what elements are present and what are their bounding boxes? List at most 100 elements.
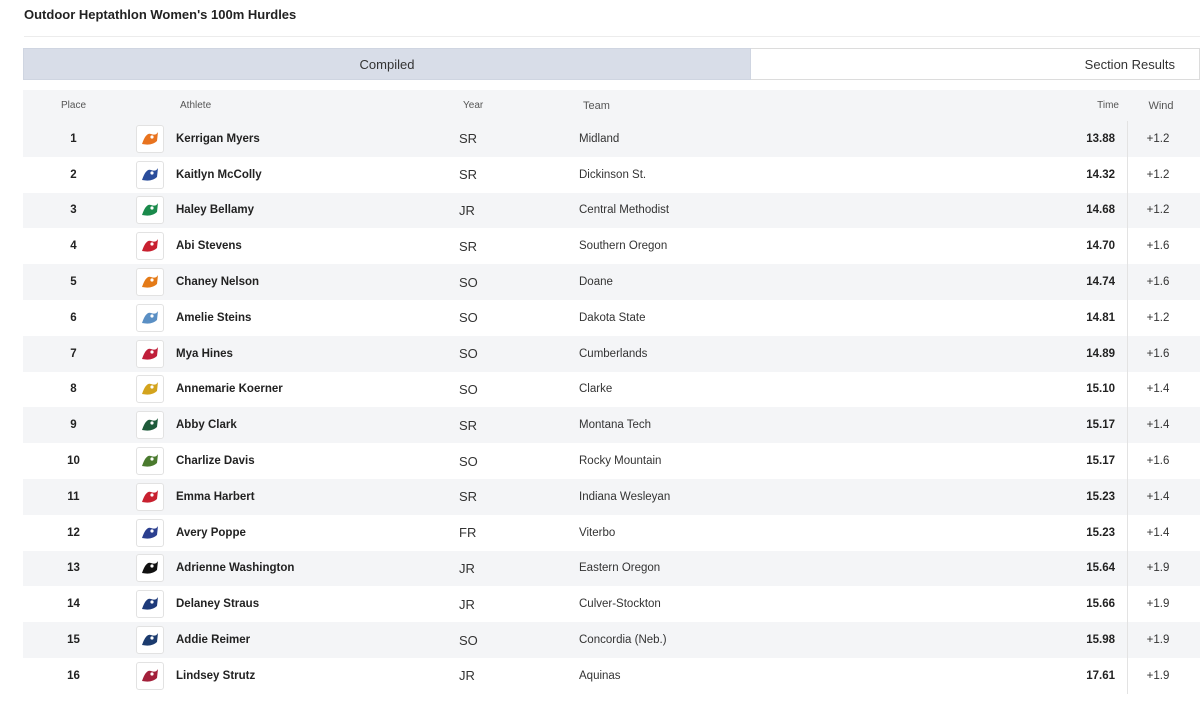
time-cell: 15.17 (1086, 419, 1115, 432)
year-cell: JR (459, 560, 475, 576)
team-logo-cell (124, 339, 176, 368)
place-cell: 16 (67, 669, 80, 682)
table-row[interactable]: 5 Chaney Nelson SO Doane 14.74 +1.6 (23, 264, 1200, 300)
midland-logo-icon[interactable] (136, 124, 164, 153)
team-name-link[interactable]: Doane (579, 276, 979, 288)
team-name-link[interactable]: Clarke (579, 383, 979, 395)
team-name-link[interactable]: Montana Tech (579, 419, 979, 431)
team-name-link[interactable]: Midland (579, 133, 979, 145)
southern-oregon-logo-icon[interactable] (136, 232, 164, 261)
table-row[interactable]: 8 Annemarie Koerner SO Clarke 15.10 +1.4 (23, 371, 1200, 408)
column-header-team[interactable]: Team (583, 100, 983, 112)
wind-cell: +1.6 (1127, 335, 1188, 372)
team-name-link[interactable]: Central Methodist (579, 204, 979, 216)
time-cell: 15.98 (1086, 634, 1115, 647)
table-row[interactable]: 12 Avery Poppe FR Viterbo 15.23 +1.4 (23, 514, 1200, 551)
table-row[interactable]: 16 Lindsey Strutz JR Aquinas 17.61 +1.9 (23, 657, 1200, 694)
athlete-name-link[interactable]: Amelie Steins (176, 312, 459, 324)
team-name-link[interactable]: Eastern Oregon (579, 562, 979, 574)
wind-cell: +1.9 (1127, 622, 1188, 658)
athlete-name-link[interactable]: Emma Harbert (176, 491, 459, 503)
athlete-name-link[interactable]: Avery Poppe (176, 527, 459, 539)
montana-tech-logo-icon[interactable] (136, 411, 164, 440)
table-row[interactable]: 10 Charlize Davis SO Rocky Mountain 15.17 +1.… (23, 443, 1200, 479)
team-name-link[interactable]: Dakota State (579, 312, 979, 324)
table-header: Place Athlete Year Team Time Wind (23, 90, 1200, 121)
team-logo-cell (124, 590, 176, 619)
time-cell: 15.66 (1086, 598, 1115, 611)
table-row[interactable]: 9 Abby Clark SR Montana Tech 15.17 +1.4 (23, 407, 1200, 444)
team-name-link[interactable]: Viterbo (579, 527, 979, 539)
rocky-mountain-logo-icon[interactable] (136, 447, 164, 476)
athlete-name-link[interactable]: Adrienne Washington (176, 562, 459, 574)
athlete-name-link[interactable]: Abby Clark (176, 419, 459, 431)
athlete-name-link[interactable]: Chaney Nelson (176, 276, 459, 288)
cumberlands-logo-icon[interactable] (136, 339, 164, 368)
eastern-oregon-logo-icon[interactable] (136, 554, 164, 583)
athlete-name-link[interactable]: Delaney Straus (176, 598, 459, 610)
athlete-name-link[interactable]: Abi Stevens (176, 240, 459, 252)
table-row[interactable]: 11 Emma Harbert SR Indiana Wesleyan 15.23 +1.… (23, 478, 1200, 515)
team-name-link[interactable]: Rocky Mountain (579, 455, 979, 467)
table-row[interactable]: 14 Delaney Straus JR Culver-Stockton 15.66 +1… (23, 586, 1200, 623)
tab-section-results[interactable]: Section Results (751, 48, 1200, 80)
year-cell: SO (459, 310, 478, 326)
team-name-link[interactable]: Culver-Stockton (579, 598, 979, 610)
athlete-name-link[interactable]: Mya Hines (176, 348, 459, 360)
team-name-link[interactable]: Aquinas (579, 670, 979, 682)
year-cell: SO (459, 632, 478, 648)
tab-compiled[interactable]: Compiled (23, 48, 751, 80)
central-methodist-logo-icon[interactable] (136, 196, 164, 225)
wind-cell: +1.6 (1127, 228, 1188, 265)
viterbo-logo-icon[interactable] (136, 518, 164, 547)
aquinas-logo-icon[interactable] (136, 661, 164, 690)
team-name-link[interactable]: Cumberlands (579, 348, 979, 360)
table-row[interactable]: 6 Amelie Steins SO Dakota State 14.81 +1.2 (23, 299, 1200, 336)
athlete-name-link[interactable]: Charlize Davis (176, 455, 459, 467)
table-row[interactable]: 4 Abi Stevens SR Southern Oregon 14.70 +1.6 (23, 228, 1200, 265)
table-row[interactable]: 1 Kerrigan Myers SR Midland 13.88 +1.2 (23, 121, 1200, 157)
table-row[interactable]: 7 Mya Hines SO Cumberlands 14.89 +1.6 (23, 335, 1200, 372)
column-header-time[interactable]: Time (983, 100, 1119, 111)
year-cell: SO (459, 453, 478, 469)
team-logo-cell (124, 196, 176, 225)
team-name-link[interactable]: Concordia (Neb.) (579, 634, 979, 646)
column-header-year[interactable]: Year (463, 100, 583, 111)
table-row[interactable]: 15 Addie Reimer SO Concordia (Neb.) 15.98 +1.… (23, 622, 1200, 658)
wind-cell: +1.4 (1127, 407, 1188, 444)
athlete-name-link[interactable]: Kerrigan Myers (176, 133, 459, 145)
team-name-link[interactable]: Indiana Wesleyan (579, 491, 979, 503)
column-header-wind[interactable]: Wind (1131, 90, 1191, 121)
column-header-athlete[interactable]: Athlete (176, 100, 463, 111)
athlete-name-link[interactable]: Lindsey Strutz (176, 670, 459, 682)
dickinson-state-logo-icon[interactable] (136, 160, 164, 189)
column-header-place[interactable]: Place (23, 100, 124, 111)
place-cell: 5 (70, 276, 77, 289)
athlete-name-link[interactable]: Haley Bellamy (176, 204, 459, 216)
dakota-state-logo-icon[interactable] (136, 303, 164, 332)
place-cell: 1 (70, 132, 77, 145)
wind-cell: +1.9 (1127, 550, 1188, 587)
culver-stockton-logo-icon[interactable] (136, 590, 164, 619)
table-row[interactable]: 13 Adrienne Washington JR Eastern Oregon 15.… (23, 550, 1200, 587)
place-cell: 10 (67, 455, 80, 468)
team-name-link[interactable]: Dickinson St. (579, 169, 979, 181)
year-cell: JR (459, 668, 475, 684)
year-cell: SR (459, 238, 478, 254)
table-row[interactable]: 3 Haley Bellamy JR Central Methodist 14.68 +1… (23, 192, 1200, 229)
clarke-logo-icon[interactable] (136, 375, 164, 404)
table-row[interactable]: 2 Kaitlyn McColly SR Dickinson St. 14.32 +1.2 (23, 156, 1200, 193)
place-cell: 2 (70, 168, 77, 181)
team-name-link[interactable]: Southern Oregon (579, 240, 979, 252)
team-logo-cell (124, 447, 176, 476)
place-cell: 7 (70, 347, 77, 360)
athlete-name-link[interactable]: Addie Reimer (176, 634, 459, 646)
concordia-neb-logo-icon[interactable] (136, 626, 164, 655)
athlete-name-link[interactable]: Annemarie Koerner (176, 383, 459, 395)
doane-logo-icon[interactable] (136, 268, 164, 297)
time-cell: 14.89 (1086, 347, 1115, 360)
athlete-name-link[interactable]: Kaitlyn McColly (176, 169, 459, 181)
year-cell: SR (459, 167, 478, 183)
place-cell: 4 (70, 240, 77, 253)
indiana-wesleyan-logo-icon[interactable] (136, 482, 164, 511)
